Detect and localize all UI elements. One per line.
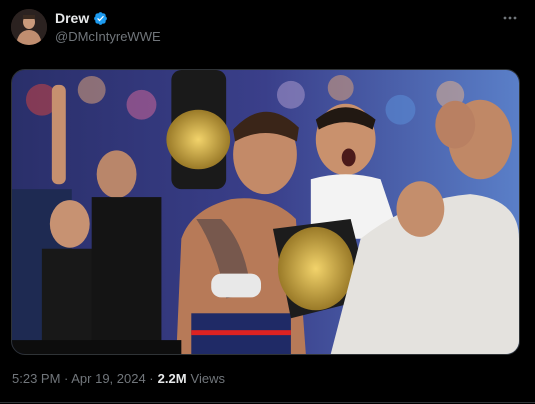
post-photo [12,70,519,354]
post-image[interactable] [11,69,520,355]
views-label: Views [190,371,225,386]
verified-badge-icon [93,11,108,26]
author-handle[interactable]: @DMcIntyreWWE [55,29,161,44]
more-options-icon[interactable] [501,9,519,27]
views-count[interactable]: 2.2M [158,371,187,386]
author-display-name[interactable]: Drew [55,10,89,26]
author-name-row[interactable]: Drew [55,10,108,26]
tweet: Drew @DMcIntyreWWE 5:23 PM · Apr 19, 202… [0,0,535,404]
post-timestamp[interactable]: 5:23 PM · Apr 19, 2024 · [12,371,154,386]
author-avatar[interactable] [11,9,47,45]
post-meta: 5:23 PM · Apr 19, 2024 · 2.2M Views [12,371,225,386]
divider [0,402,535,403]
